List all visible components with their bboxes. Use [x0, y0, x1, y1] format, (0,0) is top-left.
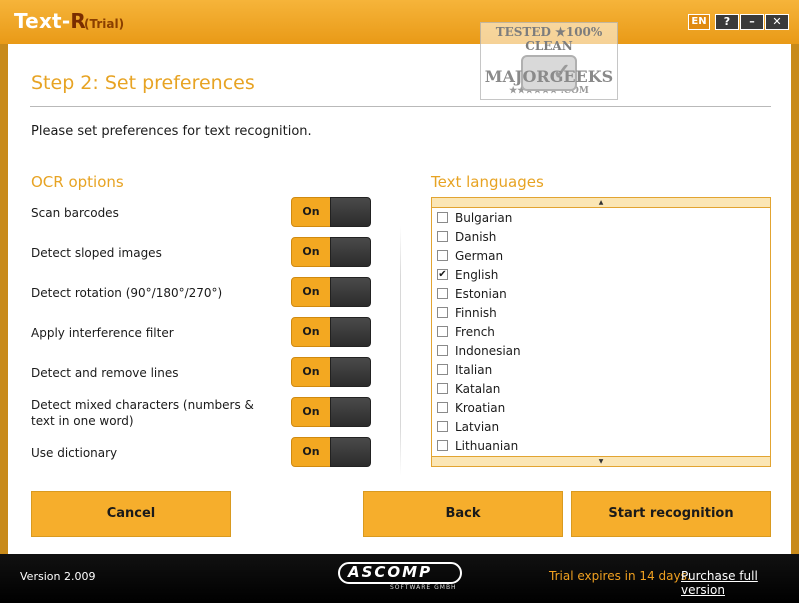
logo-subtext: SOFTWARE GMBH — [390, 584, 457, 591]
language-name: Finnish — [455, 305, 497, 320]
toggle-interference-filter[interactable]: On — [291, 317, 371, 347]
language-name: Latvian — [455, 419, 500, 434]
watermark-brand: MAJORGEEKS — [484, 67, 614, 86]
toggle-remove-lines[interactable]: On — [291, 357, 371, 387]
language-name: Bulgarian — [455, 210, 513, 225]
checkbox[interactable] — [437, 345, 448, 356]
footer-bar: Version 2.009 ASCOMP SOFTWARE GMBH Trial… — [0, 554, 799, 603]
language-item[interactable]: Kroatian — [432, 398, 770, 417]
step-title: Step 2: Set preferences — [31, 72, 255, 94]
language-item[interactable]: French — [432, 322, 770, 341]
minimize-button[interactable]: – — [740, 14, 764, 30]
majorgeeks-watermark: TESTED ★100% CLEAN MAJORGEEKS ★★★★★★ .CO… — [480, 22, 618, 100]
option-label-mixed-characters: Detect mixed characters (numbers & text … — [31, 398, 254, 428]
checkbox[interactable] — [437, 421, 448, 432]
watermark-tested-text: TESTED ★100% CLEAN — [495, 25, 603, 53]
toggle-knob — [330, 397, 371, 427]
language-item[interactable]: Katalan — [432, 379, 770, 398]
language-item[interactable]: Lithuanian — [432, 436, 770, 455]
option-label-detect-rotation: Detect rotation (90°/180°/270°) — [31, 286, 223, 300]
trial-badge: (Trial) — [84, 17, 125, 31]
toggle-knob — [330, 277, 371, 307]
checkbox[interactable] — [437, 402, 448, 413]
app-title: Text-R — [14, 9, 86, 33]
language-item[interactable]: Italian — [432, 360, 770, 379]
toggle-use-dictionary[interactable]: On — [291, 437, 371, 467]
back-button[interactable]: Back — [363, 491, 563, 537]
language-item[interactable]: Latvian — [432, 417, 770, 436]
app-name-main: Text — [14, 9, 62, 33]
language-name: Katalan — [455, 381, 501, 396]
checkbox[interactable] — [437, 326, 448, 337]
intro-text: Please set preferences for text recognit… — [31, 124, 312, 139]
checkbox[interactable] — [437, 231, 448, 242]
language-name: Estonian — [455, 286, 507, 301]
toggle-mixed-characters[interactable]: On — [291, 397, 371, 427]
language-name: Lithuanian — [455, 438, 519, 453]
toggle-state: On — [291, 357, 331, 387]
option-label-scan-barcodes: Scan barcodes — [31, 206, 119, 220]
language-item[interactable]: Indonesian — [432, 341, 770, 360]
toggle-state: On — [291, 237, 331, 267]
version-label: Version 2.009 — [20, 570, 96, 583]
language-listbox[interactable]: ▲ Bulgarian Danish German ✔ English Eston… — [431, 197, 771, 467]
toggle-knob — [330, 237, 371, 267]
language-item[interactable]: Bulgarian — [432, 208, 770, 227]
scroll-down-button[interactable]: ▼ — [432, 456, 770, 466]
title-divider — [30, 106, 771, 107]
start-recognition-button[interactable]: Start recognition — [571, 491, 771, 537]
column-divider — [400, 226, 401, 476]
scroll-up-button[interactable]: ▲ — [432, 198, 770, 208]
language-item[interactable]: Estonian — [432, 284, 770, 303]
language-item[interactable]: Finnish — [432, 303, 770, 322]
language-name: Danish — [455, 229, 497, 244]
toggle-state: On — [291, 437, 331, 467]
language-name: Indonesian — [455, 343, 521, 358]
language-item[interactable]: Danish — [432, 227, 770, 246]
language-list: Bulgarian Danish German ✔ English Estonia… — [432, 208, 770, 456]
checkbox-checked[interactable]: ✔ — [437, 269, 448, 280]
text-languages-heading: Text languages — [431, 173, 544, 191]
language-name: Italian — [455, 362, 493, 377]
toggle-state: On — [291, 277, 331, 307]
purchase-link[interactable]: Purchase full version — [681, 569, 799, 597]
title-bar: Text-R (Trial) EN ? – ✕ — [0, 0, 799, 44]
main-panel: Step 2: Set preferences Please set prefe… — [8, 44, 791, 554]
option-label-interference-filter: Apply interference filter — [31, 326, 174, 340]
language-name: Kroatian — [455, 400, 506, 415]
toggle-knob — [330, 357, 371, 387]
toggle-state: On — [291, 197, 331, 227]
language-button[interactable]: EN — [688, 14, 710, 30]
toggle-knob — [330, 197, 371, 227]
language-item[interactable]: ✔ English — [432, 265, 770, 284]
logo-text: ASCOMP — [348, 563, 433, 581]
checkbox[interactable] — [437, 364, 448, 375]
help-button[interactable]: ? — [715, 14, 739, 30]
toggle-state: On — [291, 397, 331, 427]
checkbox[interactable] — [437, 307, 448, 318]
option-label-use-dictionary: Use dictionary — [31, 446, 118, 460]
option-label-remove-lines: Detect and remove lines — [31, 366, 179, 380]
ocr-options-heading: OCR options — [31, 173, 124, 191]
toggle-state: On — [291, 317, 331, 347]
language-name: German — [455, 248, 504, 263]
ascomp-logo: ASCOMP SOFTWARE GMBH — [338, 562, 462, 592]
toggle-knob — [330, 317, 371, 347]
checkbox[interactable] — [437, 288, 448, 299]
toggle-detect-rotation[interactable]: On — [291, 277, 371, 307]
close-button[interactable]: ✕ — [765, 14, 789, 30]
checkbox[interactable] — [437, 440, 448, 451]
toggle-knob — [330, 437, 371, 467]
toggle-detect-sloped[interactable]: On — [291, 237, 371, 267]
checkbox[interactable] — [437, 212, 448, 223]
checkbox[interactable] — [437, 383, 448, 394]
trial-expiry-text: Trial expires in 14 days. — [549, 569, 691, 583]
language-name: English — [455, 267, 499, 282]
checkbox[interactable] — [437, 250, 448, 261]
language-item[interactable]: German — [432, 246, 770, 265]
toggle-scan-barcodes[interactable]: On — [291, 197, 371, 227]
option-label-detect-sloped: Detect sloped images — [31, 246, 162, 260]
cancel-button[interactable]: Cancel — [31, 491, 231, 537]
language-name: French — [455, 324, 495, 339]
